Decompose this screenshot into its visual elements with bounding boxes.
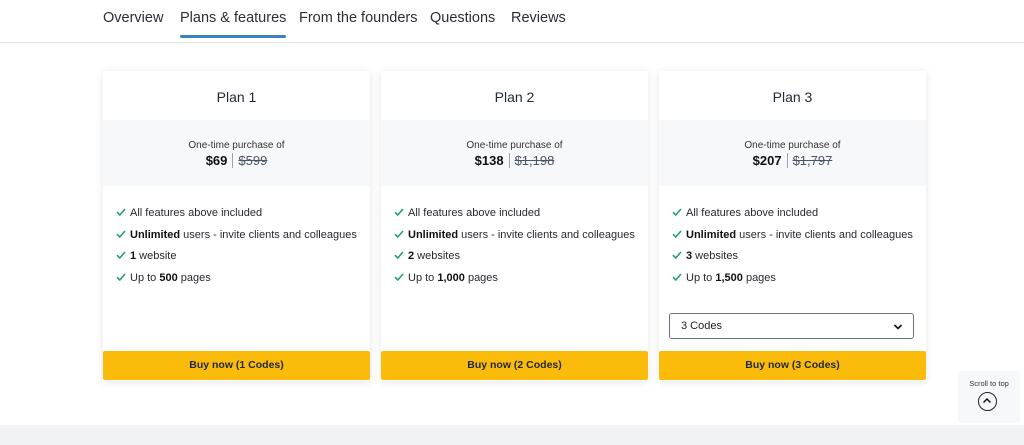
check-icon [116,229,126,238]
feature-text: Up to [686,271,716,284]
price-row: $69 $599 [103,153,370,169]
price-section: One-time purchase of $138 $1,198 [381,120,648,186]
price-section: One-time purchase of $69 $599 [103,120,370,186]
feature-highlight: Unlimited [686,228,737,241]
plans-navigation: Overview Plans & features From the found… [0,0,1024,43]
buy-now-button[interactable]: Buy now (1 Codes) [103,351,370,380]
feature-list: All features above included Unlimited us… [115,206,357,292]
check-icon [394,208,404,217]
check-icon [394,272,404,281]
original-price: $1,797 [792,153,833,168]
plan-card-3: Plan 3 One-time purchase of $207 $1,797 A… [659,71,926,381]
codes-select[interactable]: 3 Codes [669,313,914,339]
original-price: $1,198 [514,153,555,168]
feature-list: All features above included Unlimited us… [671,206,913,292]
check-icon [116,251,126,260]
plan-title: Plan 1 [216,89,257,105]
plan-card-2: Plan 2 One-time purchase of $138 $1,198 A… [381,71,648,381]
check-icon [394,251,404,260]
feature-text: All features above included [130,207,263,219]
scroll-to-top-label: Scroll to top [969,379,1009,388]
feature-text: website [136,250,177,262]
deal-price: $69 [205,153,228,168]
purchase-label: One-time purchase of [744,140,841,151]
feature-item: Up to 500 pages [115,271,357,293]
feature-highlight: 500 [159,271,178,284]
price-divider [232,153,234,168]
feature-item: 2 websites [393,249,635,271]
tab-overview[interactable]: Overview [103,10,163,26]
feature-item: All features above included [393,206,635,228]
plan-title: Plan 2 [494,89,535,105]
buy-now-button[interactable]: Buy now (2 Codes) [381,351,648,380]
codes-select-value: 3 Codes [681,320,722,332]
price-divider [508,153,510,168]
feature-item: Up to 1,500 pages [671,271,913,293]
price-row: $138 $1,198 [381,153,648,169]
feature-item: Unlimited users - invite clients and col… [393,228,635,250]
feature-text: Up to [408,271,438,284]
feature-item: All features above included [115,206,357,228]
purchase-label: One-time purchase of [466,140,563,151]
footer-strip [0,425,1024,445]
price-row: $207 $1,797 [659,153,926,169]
buy-now-button[interactable]: Buy now (3 Codes) [659,351,926,380]
feature-text: pages [464,271,498,284]
plan-card-1: Plan 1 One-time purchase of $69 $599 All … [103,71,370,381]
feature-text: users - invite clients and colleagues [458,228,635,241]
scroll-to-top-button[interactable]: Scroll to top [958,371,1020,423]
tab-plans-features[interactable]: Plans & features [180,10,287,38]
feature-list: All features above included Unlimited us… [393,206,635,292]
feature-text: websites [414,250,460,262]
feature-text: Up to [130,271,160,284]
feature-item: Up to 1,000 pages [393,271,635,293]
check-icon [672,229,682,238]
feature-text: pages [742,271,776,284]
chevron-down-icon [893,324,903,330]
purchase-label: One-time purchase of [188,140,285,151]
feature-highlight: 1,500 [715,271,743,284]
feature-text: users - invite clients and colleagues [736,228,913,241]
feature-item: Unlimited users - invite clients and col… [115,228,357,250]
deal-price: $138 [474,153,504,168]
feature-highlight: 1,000 [437,271,465,284]
check-icon [672,251,682,260]
feature-item: 1 website [115,249,357,271]
feature-text: All features above included [686,207,819,219]
tab-reviews[interactable]: Reviews [511,10,566,26]
original-price: $599 [238,153,268,168]
plan-title: Plan 3 [772,89,813,105]
check-icon [116,272,126,281]
chevron-up-icon [978,392,997,411]
price-divider [786,153,788,168]
feature-text: users - invite clients and colleagues [180,228,357,241]
feature-highlight: Unlimited [408,228,459,241]
feature-text: websites [692,250,738,262]
feature-item: 3 websites [671,249,913,271]
check-icon [672,208,682,217]
feature-item: Unlimited users - invite clients and col… [671,228,913,250]
tab-questions[interactable]: Questions [430,10,495,26]
price-section: One-time purchase of $207 $1,797 [659,120,926,186]
feature-text: All features above included [408,207,541,219]
check-icon [672,272,682,281]
feature-text: pages [177,271,211,284]
tab-from-the-founders[interactable]: From the founders [299,10,417,26]
check-icon [116,208,126,217]
deal-price: $207 [752,153,782,168]
check-icon [394,229,404,238]
feature-highlight: Unlimited [130,228,181,241]
feature-item: All features above included [671,206,913,228]
